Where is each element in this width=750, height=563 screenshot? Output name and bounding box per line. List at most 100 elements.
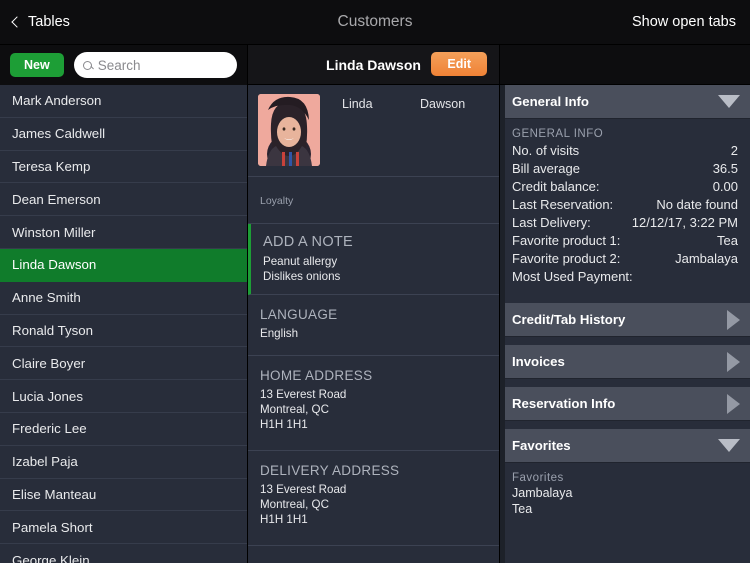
home-address-title: HOME ADDRESS bbox=[260, 368, 487, 383]
note-line-1: Peanut allergy bbox=[263, 254, 487, 269]
list-toolbar: New Search bbox=[0, 45, 247, 85]
general-info-value: No date found bbox=[656, 197, 738, 212]
note-body: Peanut allergy Dislikes onions bbox=[263, 254, 487, 284]
section-gap bbox=[500, 295, 750, 303]
favorites-body: Favorites JambalayaTea bbox=[500, 463, 750, 527]
delivery-address-line-1: 13 Everest Road bbox=[260, 482, 487, 497]
delivery-address-line-3: H1H 1H1 bbox=[260, 512, 487, 527]
customer-list-item[interactable]: Dean Emerson bbox=[0, 183, 247, 216]
search-placeholder: Search bbox=[98, 58, 141, 73]
general-info-row: Last Reservation: No date found bbox=[512, 195, 738, 213]
general-info-key: Favorite product 2: bbox=[512, 251, 620, 266]
back-to-tables-button[interactable]: Tables bbox=[0, 14, 70, 30]
customer-list-item[interactable]: Pamela Short bbox=[0, 511, 247, 544]
reservation-info-header[interactable]: Reservation Info bbox=[500, 387, 750, 421]
delivery-address-line-2: Montreal, QC bbox=[260, 497, 487, 512]
favorite-item: Jambalaya bbox=[512, 485, 738, 501]
invoices-header[interactable]: Invoices bbox=[500, 345, 750, 379]
customer-detail-panel: Linda Dawson Edit bbox=[248, 45, 500, 563]
credit-tab-history-header[interactable]: Credit/Tab History bbox=[500, 303, 750, 337]
info-scroll-area: General Info GENERAL INFO No. of visits 2… bbox=[500, 85, 750, 563]
general-info-value: Jambalaya bbox=[675, 251, 738, 266]
home-address-line-2: Montreal, QC bbox=[260, 402, 487, 417]
general-info-value: 36.5 bbox=[713, 161, 738, 176]
general-info-value: 2 bbox=[731, 143, 738, 158]
panel-edge-strip bbox=[500, 85, 505, 563]
favorite-item: Tea bbox=[512, 501, 738, 517]
show-open-tabs-button[interactable]: Show open tabs bbox=[632, 14, 750, 30]
general-info-header-label: General Info bbox=[512, 94, 718, 109]
customer-list-item[interactable]: Winston Miller bbox=[0, 216, 247, 249]
customer-list-item[interactable]: James Caldwell bbox=[0, 118, 247, 151]
avatar-portrait-icon bbox=[258, 94, 320, 166]
general-info-key: Most Used Payment: bbox=[512, 269, 633, 284]
chevron-down-icon bbox=[718, 439, 740, 452]
detail-header: Linda Dawson Edit bbox=[248, 45, 499, 85]
customer-list-item[interactable]: Linda Dawson bbox=[0, 249, 247, 282]
general-info-row: Favorite product 1: Tea bbox=[512, 231, 738, 249]
edit-button[interactable]: Edit bbox=[431, 52, 487, 76]
customers-screen: Tables Customers Show open tabs New Sear… bbox=[0, 0, 750, 563]
top-bar: Tables Customers Show open tabs bbox=[0, 0, 750, 45]
general-info-header[interactable]: General Info bbox=[500, 85, 750, 119]
general-info-key: No. of visits bbox=[512, 143, 579, 158]
general-info-key: Bill average bbox=[512, 161, 580, 176]
credit-tab-history-label: Credit/Tab History bbox=[512, 312, 727, 327]
home-address-section[interactable]: HOME ADDRESS 13 Everest Road Montreal, Q… bbox=[248, 356, 499, 451]
chevron-right-icon bbox=[727, 352, 740, 372]
home-address-line-3: H1H 1H1 bbox=[260, 417, 487, 432]
search-input[interactable]: Search bbox=[74, 52, 237, 78]
info-panel: General Info GENERAL INFO No. of visits 2… bbox=[500, 45, 750, 563]
general-info-row: No. of visits 2 bbox=[512, 141, 738, 159]
customer-list-item[interactable]: Elise Manteau bbox=[0, 479, 247, 512]
customer-list-item[interactable]: Izabel Paja bbox=[0, 446, 247, 479]
customer-list-item[interactable]: Claire Boyer bbox=[0, 347, 247, 380]
general-info-row: Most Used Payment: bbox=[512, 267, 738, 285]
language-section[interactable]: LANGUAGE English bbox=[248, 295, 499, 356]
reservation-info-label: Reservation Info bbox=[512, 396, 727, 411]
general-info-value: Tea bbox=[717, 233, 738, 248]
customer-list-item[interactable]: George Klein bbox=[0, 544, 247, 563]
customer-list[interactable]: Mark AndersonJames CaldwellTeresa KempDe… bbox=[0, 85, 247, 563]
delivery-address-section[interactable]: DELIVERY ADDRESS 13 Everest Road Montrea… bbox=[248, 451, 499, 546]
customer-name-title: Linda Dawson bbox=[326, 57, 421, 73]
general-info-row: Bill average 36.5 bbox=[512, 159, 738, 177]
favorites-caption: Favorites bbox=[512, 472, 738, 484]
general-info-row: Favorite product 2: Jambalaya bbox=[512, 249, 738, 267]
general-info-rows: No. of visits2Bill average36.5Credit bal… bbox=[512, 141, 738, 285]
general-info-row: Last Delivery: 12/12/17, 3:22 PM bbox=[512, 213, 738, 231]
chevron-right-icon bbox=[727, 310, 740, 330]
loyalty-section[interactable]: Loyalty bbox=[248, 177, 499, 224]
detail-scroll-area: Linda Dawson Loyalty ADD A NOTE Peanut a… bbox=[248, 85, 499, 563]
section-gap bbox=[500, 379, 750, 387]
customer-list-panel: New Search Mark AndersonJames CaldwellTe… bbox=[0, 45, 248, 563]
note-section[interactable]: ADD A NOTE Peanut allergy Dislikes onion… bbox=[248, 224, 499, 295]
back-button-label: Tables bbox=[28, 14, 70, 30]
general-info-body: GENERAL INFO No. of visits 2 Bill average 3… bbox=[500, 119, 750, 295]
favorites-header[interactable]: Favorites bbox=[500, 429, 750, 463]
general-info-value: 0.00 bbox=[713, 179, 738, 194]
customer-list-item[interactable]: Lucia Jones bbox=[0, 380, 247, 413]
general-info-value: 12/12/17, 3:22 PM bbox=[632, 215, 738, 230]
general-info-key: Credit balance: bbox=[512, 179, 599, 194]
general-info-key: Last Reservation: bbox=[512, 197, 613, 212]
delivery-address-title: DELIVERY ADDRESS bbox=[260, 463, 487, 478]
general-info-row: Credit balance: 0.00 bbox=[512, 177, 738, 195]
info-panel-header-spacer bbox=[500, 45, 750, 85]
chevron-down-icon bbox=[718, 95, 740, 108]
customer-list-item[interactable]: Frederic Lee bbox=[0, 413, 247, 446]
customer-list-item[interactable]: Ronald Tyson bbox=[0, 315, 247, 348]
search-icon bbox=[83, 61, 92, 70]
panels-container: New Search Mark AndersonJames CaldwellTe… bbox=[0, 45, 750, 563]
chevron-right-icon bbox=[727, 394, 740, 414]
general-info-caption: GENERAL INFO bbox=[512, 128, 738, 140]
customer-list-item[interactable]: Teresa Kemp bbox=[0, 151, 247, 184]
new-customer-button[interactable]: New bbox=[10, 53, 64, 77]
language-value: English bbox=[260, 326, 487, 341]
general-info-key: Favorite product 1: bbox=[512, 233, 620, 248]
general-info-key: Last Delivery: bbox=[512, 215, 591, 230]
customer-list-item[interactable]: Mark Anderson bbox=[0, 85, 247, 118]
customer-list-item[interactable]: Anne Smith bbox=[0, 282, 247, 315]
loyalty-label: Loyalty bbox=[260, 195, 487, 207]
section-gap bbox=[500, 421, 750, 429]
